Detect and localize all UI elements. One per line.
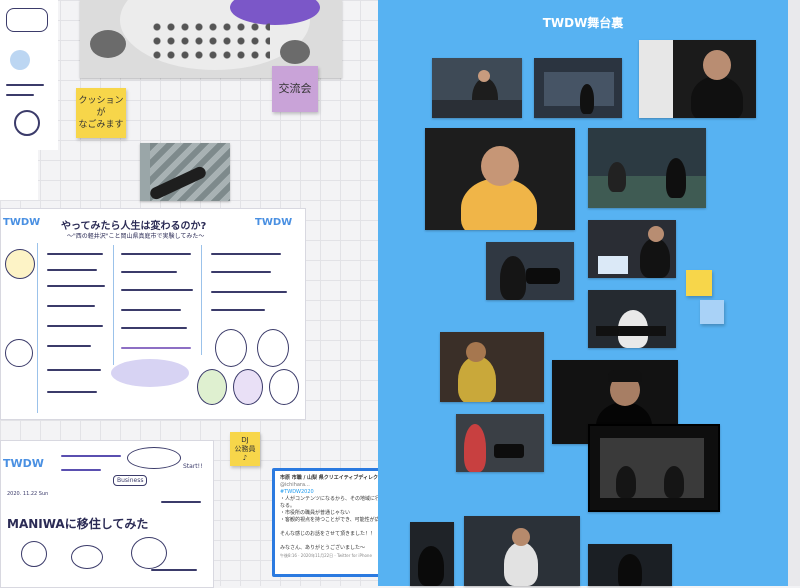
poster-headline: やってみたら人生は変わるのか? xyxy=(61,221,207,232)
backstage-photo-5[interactable] xyxy=(588,220,676,278)
backstage-photo-1[interactable] xyxy=(432,58,522,118)
maniwa-start: Start!! xyxy=(183,463,203,470)
frame-title: TWDW舞台裏 xyxy=(542,16,624,30)
handwritten-sketch-maniwa[interactable]: TWDW 2020. 11.22 Sun Business Start!! MA… xyxy=(0,440,214,588)
sticky-note-koryukai[interactable]: 交流会 xyxy=(272,66,318,112)
canvas-edge-strip xyxy=(788,0,800,586)
backstage-photo-4[interactable] xyxy=(588,128,706,208)
maniwa-date: 2020. 11.22 Sun xyxy=(7,491,49,497)
backstage-photo-10[interactable] xyxy=(464,516,580,586)
microphone-photo[interactable] xyxy=(140,143,230,201)
graphic-recording-poster[interactable]: TWDW TWDW やってみたら人生は変わるのか? 〜"西の軽井沢"こと岡山県真… xyxy=(0,208,306,420)
sticky-note-small-blue[interactable] xyxy=(700,300,724,324)
backstage-photo-screen[interactable] xyxy=(588,424,720,512)
backstage-photo-7[interactable] xyxy=(440,332,544,402)
sticky-note-dj[interactable]: DJ 公務員 ♪ xyxy=(230,432,260,466)
maniwa-big-text: MANIWAに移住してみた xyxy=(7,517,149,531)
backstage-photo-speaker[interactable] xyxy=(425,128,575,230)
backstage-photo-11[interactable] xyxy=(588,544,672,586)
backstage-photo-camera[interactable] xyxy=(486,242,574,300)
poster-logo-right: TWDW xyxy=(255,217,293,228)
backstage-photo-6[interactable] xyxy=(588,290,676,348)
sticky-note-cushion[interactable]: クッションが なごみます xyxy=(76,88,126,138)
maniwa-badge: Business xyxy=(113,475,148,486)
backstage-photo-3[interactable] xyxy=(639,40,756,118)
backstage-photo-8[interactable] xyxy=(456,414,544,472)
backstage-photo-9[interactable] xyxy=(410,522,454,586)
sticky-note-small-yellow[interactable] xyxy=(686,270,712,296)
poster-subtitle: 〜"西の軽井沢"こと岡山県真庭市で実験してみた〜 xyxy=(67,233,205,240)
board-card-divider xyxy=(0,150,38,200)
maniwa-logo: TWDW xyxy=(3,457,44,470)
sketch-note-top-left[interactable] xyxy=(0,0,58,150)
backstage-photo-2[interactable] xyxy=(534,58,622,118)
poster-logo-left: TWDW xyxy=(3,217,41,228)
